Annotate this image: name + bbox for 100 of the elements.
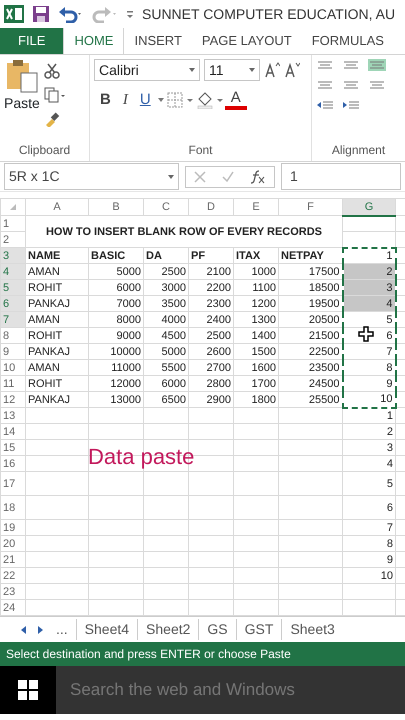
table-cell: 4 [342, 296, 396, 312]
table-cell: 1300 [234, 312, 278, 328]
table-cell: 1200 [234, 296, 278, 312]
row-header[interactable]: 12 [0, 392, 26, 408]
undo-icon[interactable] [58, 5, 84, 23]
table-cell: 8000 [88, 312, 144, 328]
annotation-text: Data paste [88, 443, 194, 471]
save-icon[interactable] [32, 5, 50, 23]
row-header[interactable]: 20 [0, 536, 26, 552]
formula-field[interactable]: 1 [281, 163, 401, 190]
table-cell: 2200 [188, 280, 234, 296]
row-header[interactable]: 17 [0, 472, 26, 496]
table-cell: 8 [342, 536, 396, 552]
sheet-tab[interactable]: Sheet3 [281, 619, 343, 640]
group-label: Font [187, 142, 214, 159]
ribbon-tab[interactable]: PAGE LAYOUT [192, 28, 302, 54]
align-middle-icon[interactable] [342, 59, 360, 71]
align-center-icon[interactable] [342, 79, 360, 91]
font-name-dropdown[interactable]: Calibri [94, 59, 200, 81]
caret-icon [189, 68, 195, 72]
sheet-tab[interactable]: Sheet2 [137, 619, 198, 640]
row-header[interactable]: 5 [0, 280, 26, 296]
ribbon-tab[interactable]: HOME [63, 28, 124, 54]
table-cell: 7 [342, 344, 396, 360]
row-header[interactable]: 4 [0, 264, 26, 280]
table-cell: 13000 [88, 392, 144, 408]
italic-button[interactable]: I [116, 89, 134, 112]
start-button[interactable] [0, 666, 56, 714]
row-header[interactable]: 19 [0, 520, 26, 536]
table-cell: 1500 [234, 344, 278, 360]
underline-button[interactable]: U [134, 89, 157, 112]
row-header[interactable]: 13 [0, 408, 26, 424]
ribbon-tab[interactable]: FORMULAS [302, 28, 394, 54]
row-header[interactable]: 23 [0, 584, 26, 600]
row-header[interactable]: 1 [0, 216, 26, 232]
copy-icon[interactable] [44, 87, 66, 103]
table-cell: 1800 [234, 392, 278, 408]
table-cell: AMAN [26, 312, 88, 328]
table-cell: 1000 [234, 264, 278, 280]
table-cell: PANKAJ [26, 296, 88, 312]
windows-logo-icon [18, 680, 38, 700]
row-header[interactable]: 8 [0, 328, 26, 344]
row-header[interactable]: 22 [0, 568, 26, 584]
excel-logo-icon [4, 5, 24, 23]
row-header[interactable]: 21 [0, 552, 26, 568]
fill-color-icon[interactable] [194, 91, 225, 110]
increase-indent-icon[interactable] [342, 99, 360, 111]
more-sheets-button[interactable]: ... [48, 619, 76, 640]
table-cell: AMAN [26, 264, 88, 280]
font-size-dropdown[interactable]: 11 [204, 59, 260, 81]
row-header[interactable]: 9 [0, 344, 26, 360]
font-color-button[interactable]: A [224, 90, 247, 110]
ribbon-tab[interactable]: INSERT [124, 28, 192, 54]
bold-button[interactable]: B [94, 89, 117, 112]
align-top-icon[interactable] [316, 59, 334, 71]
row-header[interactable]: 3 [0, 248, 26, 264]
row-header[interactable]: 15 [0, 440, 26, 456]
search-field[interactable]: Search the web and Windows [56, 666, 405, 714]
table-cell: 2500 [144, 264, 188, 280]
table-cell: 1100 [234, 280, 278, 296]
row-header[interactable]: 18 [0, 496, 26, 520]
row-header[interactable]: 16 [0, 456, 26, 472]
table-cell: 1400 [234, 328, 278, 344]
paste-button[interactable]: Paste [4, 59, 40, 127]
column-header[interactable]: C [144, 198, 188, 216]
column-header[interactable]: D [188, 198, 234, 216]
sheet-tab[interactable]: GS [198, 619, 236, 640]
function-icon[interactable] [250, 170, 266, 184]
shrink-font-icon[interactable] [284, 62, 300, 78]
column-header[interactable]: G [342, 198, 396, 216]
align-right-icon[interactable] [368, 79, 386, 91]
table-cell: PF [188, 248, 234, 264]
grow-font-icon[interactable] [264, 62, 280, 78]
align-left-icon[interactable] [316, 79, 334, 91]
align-bottom-icon[interactable] [368, 59, 386, 71]
status-text: Select destination and press ENTER or choose Paste [6, 646, 291, 663]
name-box[interactable]: 5R x 1C [4, 163, 179, 190]
row-header[interactable]: 11 [0, 376, 26, 392]
enter-check-icon[interactable] [222, 170, 234, 182]
column-header[interactable]: A [26, 198, 88, 216]
table-cell: 5500 [144, 360, 188, 376]
sheet-tab[interactable]: GST [236, 619, 282, 640]
table-cell: ROHIT [26, 376, 88, 392]
table-cell: 10 [342, 392, 396, 408]
column-header[interactable]: F [278, 198, 342, 216]
sheet-tab[interactable]: Sheet4 [76, 619, 138, 640]
decrease-indent-icon[interactable] [316, 99, 334, 111]
table-cell: ROHIT [26, 280, 88, 296]
column-header[interactable]: B [88, 198, 144, 216]
column-header[interactable]: E [234, 198, 278, 216]
row-header[interactable]: 14 [0, 424, 26, 440]
table-cell: 2100 [188, 264, 234, 280]
table-cell: 1600 [234, 360, 278, 376]
row-header[interactable]: 7 [0, 312, 26, 328]
row-header[interactable]: 24 [0, 600, 26, 616]
ribbon-tab[interactable]: FILE [0, 28, 64, 54]
table-cell: 9000 [88, 328, 144, 344]
group-label: Alignment [330, 142, 386, 159]
row-header[interactable]: 10 [0, 360, 26, 376]
row-header[interactable]: 6 [0, 296, 26, 312]
